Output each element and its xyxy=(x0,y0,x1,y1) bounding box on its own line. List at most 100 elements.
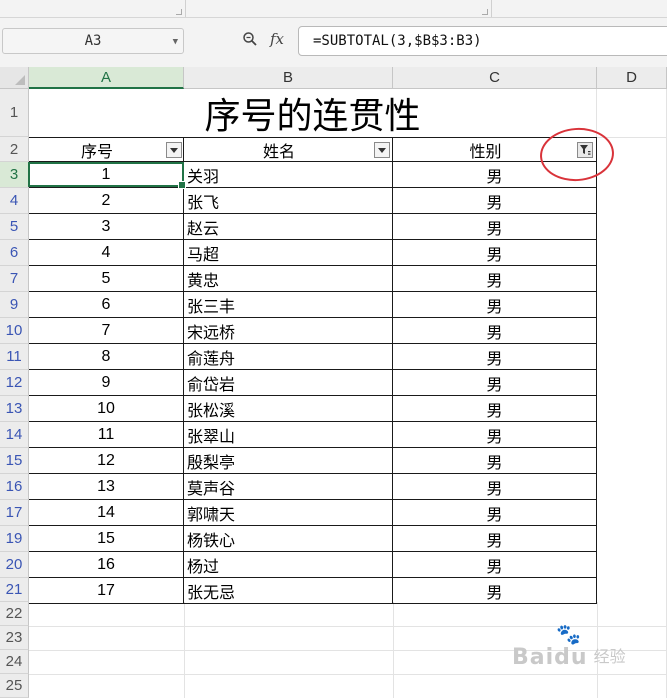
column-header-b[interactable]: B xyxy=(184,67,393,89)
table-cell-seq[interactable]: 3 xyxy=(29,214,184,240)
table-cell-gender[interactable]: 男 xyxy=(393,240,597,266)
table-cell-gender[interactable]: 男 xyxy=(393,214,597,240)
table-cell-seq[interactable]: 9 xyxy=(29,370,184,396)
table-cell-name[interactable]: 郭啸天 xyxy=(184,500,393,526)
ribbon-group xyxy=(186,0,492,17)
table-cell-name[interactable]: 杨过 xyxy=(184,552,393,578)
table-cell-gender[interactable]: 男 xyxy=(393,396,597,422)
gridline xyxy=(29,674,667,675)
row-header[interactable]: 20 xyxy=(0,552,29,578)
table-cell-seq[interactable]: 4 xyxy=(29,240,184,266)
table-cell-seq[interactable]: 10 xyxy=(29,396,184,422)
table-cell-name[interactable]: 张松溪 xyxy=(184,396,393,422)
row-header[interactable]: 11 xyxy=(0,344,29,370)
zoom-icon[interactable] xyxy=(242,31,258,51)
table-cell-gender[interactable]: 男 xyxy=(393,448,597,474)
table-cell-gender[interactable]: 男 xyxy=(393,552,597,578)
table-cell-gender[interactable]: 男 xyxy=(393,370,597,396)
fill-handle[interactable] xyxy=(178,181,186,189)
insert-function-icon[interactable]: fx xyxy=(270,30,284,48)
column-header-d[interactable]: D xyxy=(597,67,667,89)
table-cell-name[interactable]: 俞莲舟 xyxy=(184,344,393,370)
table-cell-seq[interactable]: 7 xyxy=(29,318,184,344)
formula-bar: A3 ▼ fx =SUBTOTAL(3,$B$3:B3) xyxy=(0,18,667,67)
row-header[interactable]: 9 xyxy=(0,292,29,318)
table-cell-name[interactable]: 张翠山 xyxy=(184,422,393,448)
filter-dropdown-seq[interactable] xyxy=(166,142,182,158)
table-cell-name[interactable]: 张无忌 xyxy=(184,578,393,604)
table-cell-name[interactable]: 关羽 xyxy=(184,162,393,188)
table-cell-name[interactable]: 赵云 xyxy=(184,214,393,240)
table-cell-gender[interactable]: 男 xyxy=(393,292,597,318)
chevron-down-icon xyxy=(378,147,386,153)
table-cell-seq[interactable]: 6 xyxy=(29,292,184,318)
sheet-title[interactable]: 序号的连贯性 xyxy=(29,89,596,137)
table-cell-gender[interactable]: 男 xyxy=(393,526,597,552)
watermark-suffix: 经验 xyxy=(593,647,626,666)
row-header[interactable]: 6 xyxy=(0,240,29,266)
baidu-jingyan-watermark: 🐾 Baidu 经验 xyxy=(512,622,662,670)
table-cell-seq[interactable]: 2 xyxy=(29,188,184,214)
table-cell-gender[interactable]: 男 xyxy=(393,578,597,604)
table-cell-gender[interactable]: 男 xyxy=(393,500,597,526)
row-header[interactable]: 25 xyxy=(0,674,29,698)
row-header[interactable]: 7 xyxy=(0,266,29,292)
table-cell-seq[interactable]: 5 xyxy=(29,266,184,292)
column-header-c[interactable]: C xyxy=(393,67,597,89)
table-cell-gender[interactable]: 男 xyxy=(393,318,597,344)
row-header[interactable]: 17 xyxy=(0,500,29,526)
row-header[interactable]: 16 xyxy=(0,474,29,500)
table-cell-gender[interactable]: 男 xyxy=(393,474,597,500)
gridline xyxy=(184,602,185,698)
table-cell-name[interactable]: 莫声谷 xyxy=(184,474,393,500)
row-header[interactable]: 14 xyxy=(0,422,29,448)
row-header[interactable]: 13 xyxy=(0,396,29,422)
row-header[interactable]: 10 xyxy=(0,318,29,344)
row-header[interactable]: 22 xyxy=(0,602,29,626)
row-header[interactable]: 3 xyxy=(0,162,29,188)
row-header[interactable]: 12 xyxy=(0,370,29,396)
row-header[interactable]: 21 xyxy=(0,578,29,602)
row-header[interactable]: 4 xyxy=(0,188,29,214)
table-cell-name[interactable]: 宋远桥 xyxy=(184,318,393,344)
formula-input[interactable]: =SUBTOTAL(3,$B$3:B3) xyxy=(298,26,667,56)
ribbon-group xyxy=(0,0,186,17)
row-header[interactable]: 24 xyxy=(0,650,29,674)
column-header-a[interactable]: A xyxy=(29,67,184,89)
name-box-value: A3 xyxy=(84,33,102,49)
table-cell-seq[interactable]: 16 xyxy=(29,552,184,578)
filter-dropdown-name[interactable] xyxy=(374,142,390,158)
table-cell-gender[interactable]: 男 xyxy=(393,266,597,292)
table-cell-seq[interactable]: 13 xyxy=(29,474,184,500)
table-cell-name[interactable]: 杨铁心 xyxy=(184,526,393,552)
row-header[interactable]: 19 xyxy=(0,526,29,552)
table-cell-seq[interactable]: 11 xyxy=(29,422,184,448)
table-cell-name[interactable]: 张三丰 xyxy=(184,292,393,318)
table-cell-seq[interactable]: 17 xyxy=(29,578,184,604)
table-cell-name[interactable]: 殷梨亭 xyxy=(184,448,393,474)
row-header[interactable]: 1 xyxy=(0,89,29,137)
row-header[interactable]: 5 xyxy=(0,214,29,240)
active-cell-selection[interactable] xyxy=(28,162,186,189)
table-cell-seq[interactable]: 14 xyxy=(29,500,184,526)
header-cell-name[interactable]: 姓名 xyxy=(184,137,393,162)
header-cell-seq[interactable]: 序号 xyxy=(29,137,184,162)
table-cell-gender[interactable]: 男 xyxy=(393,188,597,214)
table-cell-seq[interactable]: 15 xyxy=(29,526,184,552)
table-cell-seq[interactable]: 8 xyxy=(29,344,184,370)
chevron-down-icon[interactable]: ▼ xyxy=(173,37,178,47)
table-cell-seq[interactable]: 12 xyxy=(29,448,184,474)
table-cell-name[interactable]: 俞岱岩 xyxy=(184,370,393,396)
table-cell-name[interactable]: 张飞 xyxy=(184,188,393,214)
select-all-corner[interactable] xyxy=(0,67,29,89)
table-cell-name[interactable]: 马超 xyxy=(184,240,393,266)
row-header[interactable]: 23 xyxy=(0,626,29,650)
table-cell-gender[interactable]: 男 xyxy=(393,344,597,370)
table-cell-name[interactable]: 黄忠 xyxy=(184,266,393,292)
paw-logo-icon: 🐾 xyxy=(556,622,581,646)
name-box[interactable]: A3 ▼ xyxy=(2,28,184,54)
row-header[interactable]: 2 xyxy=(0,137,29,162)
row-header[interactable]: 15 xyxy=(0,448,29,474)
gridline xyxy=(596,89,597,137)
table-cell-gender[interactable]: 男 xyxy=(393,422,597,448)
